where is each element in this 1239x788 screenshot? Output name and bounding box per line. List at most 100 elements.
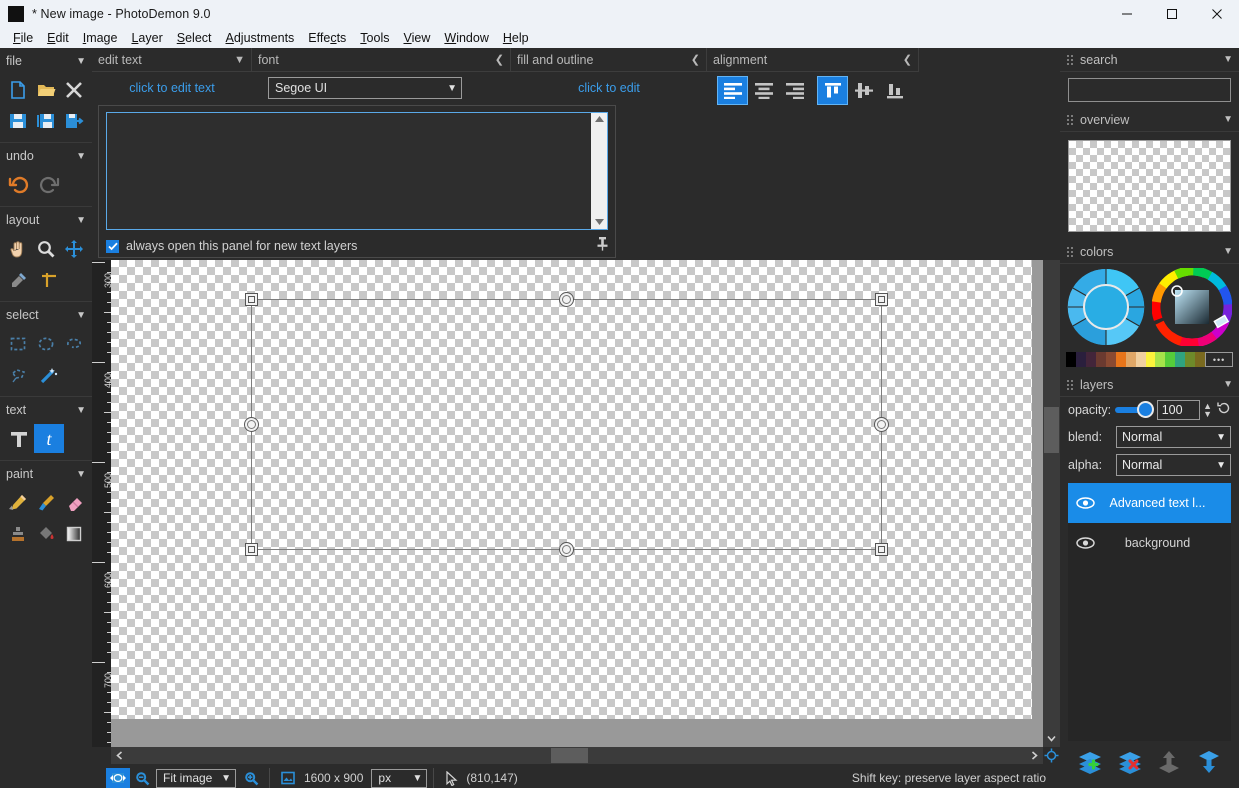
chevron-down-icon[interactable]: ▼ [443,83,457,94]
edit-text-link[interactable]: click to edit text [129,81,214,95]
advanced-text-icon[interactable]: t [34,424,64,453]
chevron-down-icon[interactable]: ▼ [408,773,422,784]
layer-opacity-slider[interactable] [1115,407,1146,413]
chevron-down-icon[interactable]: ▼ [1223,379,1233,390]
menu-item-window[interactable]: Window [437,29,495,47]
open-image-icon[interactable] [32,75,60,104]
hand-pan-icon[interactable] [4,234,32,263]
lasso-select-icon[interactable] [60,329,88,358]
magic-wand-icon[interactable] [34,360,64,389]
drag-grip-icon[interactable] [1066,54,1074,66]
chevron-down-icon[interactable]: ▼ [1223,246,1233,257]
spinner-down-icon[interactable]: ▼ [1203,410,1212,418]
chevron-left-icon[interactable]: ❮ [495,53,504,66]
always-open-panel-checkbox[interactable] [106,240,119,253]
tool-group-select-header[interactable]: select ▼ [0,302,92,328]
panel-colors-header[interactable]: colors ▼ [1060,240,1239,264]
layer-alpha-select[interactable]: Normal ▼ [1116,454,1231,476]
options-panel-fill-outline-header[interactable]: fill and outline ❮ [511,48,707,72]
drag-grip-icon[interactable] [1066,114,1074,126]
layer-visibility-icon[interactable] [1068,537,1102,549]
color-swatch[interactable] [1076,352,1086,367]
color-swatch[interactable] [1185,352,1195,367]
menu-item-tools[interactable]: Tools [353,29,396,47]
color-swatch[interactable] [1126,352,1136,367]
search-input[interactable] [1068,78,1231,102]
layer-blend-select[interactable]: Normal ▼ [1116,426,1231,448]
zoom-level-select[interactable]: Fit image ▼ [156,769,236,788]
menu-item-layer[interactable]: Layer [124,29,169,47]
color-swatch[interactable] [1175,352,1185,367]
save-as-icon[interactable] [32,106,60,135]
tool-group-paint-header[interactable]: paint ▼ [0,461,92,487]
color-swatch[interactable] [1155,352,1165,367]
handle-bottom-right[interactable] [875,543,888,556]
chevron-down-icon[interactable]: ▼ [76,151,86,162]
align-left-button[interactable] [718,77,747,104]
eraser-icon[interactable] [60,488,88,517]
text-entry-field-wrapper[interactable] [106,112,608,230]
maximize-button[interactable] [1149,0,1194,27]
color-swatch[interactable] [1195,352,1205,367]
color-swatch[interactable] [1086,352,1096,367]
color-swatch[interactable] [1116,352,1126,367]
layer-list[interactable]: Advanced text l... background [1068,483,1231,741]
pencil-icon[interactable] [4,488,32,517]
drag-grip-icon[interactable] [1066,379,1074,391]
handle-top-right[interactable] [875,293,888,306]
scroll-up-arrow-icon[interactable] [595,115,604,124]
close-image-icon[interactable] [60,75,88,104]
chevron-down-icon[interactable]: ▼ [1216,460,1226,471]
handle-bottom-left[interactable] [245,543,258,556]
color-wheel-picker[interactable] [1152,268,1232,346]
layer-opacity-reset-icon[interactable] [1217,401,1231,420]
options-panel-font-header[interactable]: font ❮ [252,48,511,72]
handle-top-center[interactable] [559,292,574,307]
layer-opacity-input[interactable]: 100 [1157,400,1200,420]
add-layer-icon[interactable] [1075,749,1105,775]
ellipse-select-icon[interactable] [32,329,60,358]
measure-tool-icon[interactable] [34,265,64,294]
paintbrush-icon[interactable] [32,488,60,517]
always-open-panel-label[interactable]: always open this panel for new text laye… [126,239,357,253]
layer-item-background[interactable]: background [1068,523,1231,563]
color-swatch[interactable] [1136,352,1146,367]
layer-opacity-knob[interactable] [1137,401,1154,418]
polygon-select-icon[interactable] [4,360,34,389]
menu-item-help[interactable]: Help [496,29,536,47]
menu-item-file[interactable]: File [6,29,40,47]
zoom-out-icon[interactable] [130,768,154,788]
pin-icon[interactable] [597,236,608,256]
new-image-icon[interactable] [4,75,32,104]
font-family-select[interactable]: Segoe UI ▼ [268,77,462,99]
chevron-left-icon[interactable]: ❮ [903,53,912,66]
canvas-horizontal-scrollbar[interactable] [111,747,1043,764]
chevron-down-icon[interactable]: ▼ [217,773,231,784]
chevron-left-icon[interactable]: ❮ [691,53,700,66]
more-colors-button[interactable]: ••• [1205,352,1233,367]
valign-bottom-button[interactable] [880,77,909,104]
options-panel-alignment-header[interactable]: alignment ❮ [707,48,919,72]
scroll-down-arrow-icon[interactable] [1043,730,1060,747]
panel-search-header[interactable]: search ▼ [1060,48,1239,72]
export-icon[interactable] [60,106,88,135]
tool-group-text-header[interactable]: text ▼ [0,397,92,423]
canvas-vscroll-thumb[interactable] [1044,407,1059,453]
color-swatch[interactable] [1096,352,1106,367]
menu-item-effects[interactable]: Effects [301,29,353,47]
color-swatch[interactable] [1106,352,1116,367]
tool-group-undo-header[interactable]: undo ▼ [0,143,92,169]
drag-grip-icon[interactable] [1066,246,1074,258]
rect-select-icon[interactable] [4,329,32,358]
scroll-left-arrow-icon[interactable] [111,747,128,764]
options-panel-edit-text-header[interactable]: edit text ▼ [92,48,252,72]
close-button[interactable] [1194,0,1239,27]
color-swatch[interactable] [1066,352,1076,367]
undo-icon[interactable] [4,170,34,199]
fit-image-icon[interactable] [106,768,130,788]
clone-stamp-icon[interactable] [4,519,32,548]
chevron-down-icon[interactable]: ▼ [76,56,86,67]
align-center-button[interactable] [749,77,778,104]
panel-overview-header[interactable]: overview ▼ [1060,108,1239,132]
overview-thumbnail[interactable] [1068,140,1231,232]
